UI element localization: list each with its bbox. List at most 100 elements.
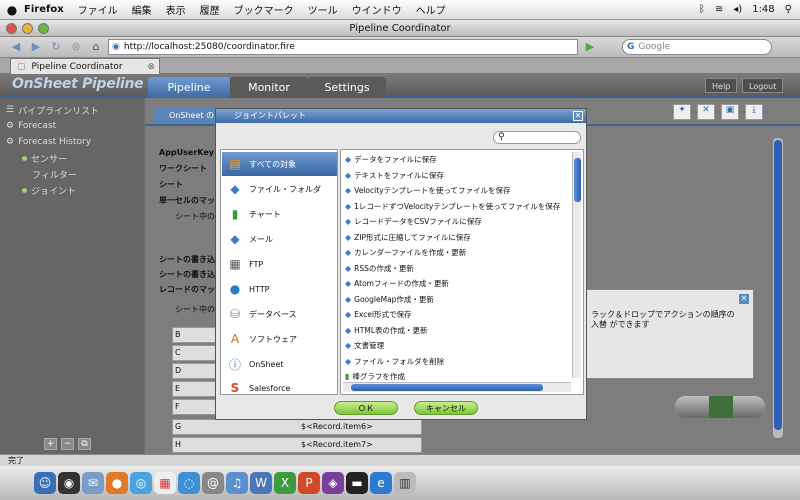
powerpoint-icon[interactable]: P: [298, 472, 320, 494]
menu-edit[interactable]: 編集: [132, 2, 152, 17]
list-item[interactable]: ◆ HTML表の作成・更新: [345, 323, 565, 339]
list-item[interactable]: ◆ データをファイルに保存: [345, 152, 565, 168]
list-item[interactable]: ◆ GoogleMap作成・更新: [345, 292, 565, 308]
menu-app-name[interactable]: Firefox: [24, 4, 64, 15]
excel-icon[interactable]: X: [274, 472, 296, 494]
tab-close-icon[interactable]: ⊗: [147, 62, 155, 72]
forward-icon[interactable]: ▶: [28, 39, 44, 55]
spotlight-icon[interactable]: ⚲: [785, 4, 792, 15]
dashboard-icon[interactable]: ◉: [58, 472, 80, 494]
ichat-icon[interactable]: ◌: [178, 472, 200, 494]
close-icon[interactable]: ✕: [573, 111, 583, 121]
zoom-window-icon[interactable]: [38, 23, 49, 34]
wifi-icon[interactable]: ≋: [715, 4, 723, 15]
terminal-icon[interactable]: ▬: [346, 472, 368, 494]
address-book-icon[interactable]: @: [202, 472, 224, 494]
category-item[interactable]: ● HTTP: [222, 277, 337, 301]
main-scrollbar-thumb[interactable]: [774, 140, 782, 430]
menu-window[interactable]: ウインドウ: [352, 2, 402, 17]
category-item[interactable]: ⓘ OnSheet: [222, 352, 337, 376]
safari-icon[interactable]: ◎: [130, 472, 152, 494]
main-scrollbar[interactable]: [773, 138, 783, 438]
browser-tab[interactable]: ▢ Pipeline Coordinator ⊗: [10, 58, 160, 74]
download-icon[interactable]: ⤓: [745, 104, 763, 120]
menu-file[interactable]: ファイル: [78, 2, 118, 17]
close-icon[interactable]: ✕: [739, 294, 749, 304]
category-item[interactable]: ◆ メール: [222, 227, 337, 251]
sidebar-item-forecast-history[interactable]: ⚙ Forecast History: [0, 134, 144, 150]
remove-icon[interactable]: −: [61, 438, 74, 450]
apple-icon[interactable]: ●: [0, 3, 24, 17]
finder-icon[interactable]: ☺: [34, 472, 56, 494]
list-item[interactable]: ◆ レコードデータをCSVファイルに保存: [345, 214, 565, 230]
action-list-hscrollbar[interactable]: [343, 382, 571, 392]
volume-icon[interactable]: ◂): [733, 4, 742, 15]
save-icon[interactable]: ▣: [721, 104, 739, 120]
list-item[interactable]: ◆ ファイル・フォルダを削除: [345, 354, 565, 370]
url-bar[interactable]: ◉ http://localhost:25080/coordinator.fir…: [108, 39, 578, 55]
settings-icon[interactable]: ✦: [673, 104, 691, 120]
stop-icon[interactable]: ⊗: [68, 39, 84, 55]
internet-explorer-icon[interactable]: e: [370, 472, 392, 494]
add-icon[interactable]: +: [44, 438, 57, 450]
reload-icon[interactable]: ↻: [48, 39, 64, 55]
logout-button[interactable]: Logout: [742, 78, 784, 93]
cancel-button[interactable]: キャンセル: [414, 401, 478, 415]
menu-history[interactable]: 履歴: [200, 2, 220, 17]
sidebar-item-filter[interactable]: フィルター: [0, 166, 144, 182]
scrollbar-thumb[interactable]: [574, 158, 581, 202]
list-item[interactable]: ◆ カレンダーファイルを作成・更新: [345, 245, 565, 261]
category-item[interactable]: ◆ ファイル・フォルダ: [222, 177, 337, 201]
firefox-icon[interactable]: ●: [106, 472, 128, 494]
word-icon[interactable]: W: [250, 472, 272, 494]
category-item[interactable]: S Salesforce: [222, 376, 337, 400]
tab-pipeline[interactable]: Pipeline: [148, 77, 230, 98]
delete-icon[interactable]: ✕: [697, 104, 715, 120]
sidebar-item-forecast[interactable]: ⚙ Forecast: [0, 118, 144, 134]
category-item[interactable]: ▮ チャート: [222, 202, 337, 226]
close-window-icon[interactable]: [6, 23, 17, 34]
trash-icon[interactable]: ▥: [394, 472, 416, 494]
list-item[interactable]: ◆ Atomフィードの作成・更新: [345, 276, 565, 292]
preview-icon[interactable]: ◈: [322, 472, 344, 494]
list-item[interactable]: ◆ ZIP形式に圧縮してファイルに保存: [345, 230, 565, 246]
mail-app-icon[interactable]: ✉: [82, 472, 104, 494]
table-row[interactable]: H $<Record.item7>: [172, 437, 422, 453]
list-item[interactable]: ◆ Velocityテンプレートを使ってファイルを保存: [345, 183, 565, 199]
search-input[interactable]: G Google: [622, 39, 772, 55]
copy-icon[interactable]: ⧉: [78, 438, 91, 450]
help-button[interactable]: Help: [705, 78, 738, 93]
palette-search-input[interactable]: ⚲: [493, 131, 581, 144]
menu-tools[interactable]: ツール: [308, 2, 338, 17]
back-icon[interactable]: ◀: [8, 39, 24, 55]
tab-settings[interactable]: Settings: [308, 77, 386, 98]
menu-help[interactable]: ヘルプ: [416, 2, 446, 17]
scrollbar-thumb[interactable]: [351, 384, 543, 391]
sidebar-item-joint[interactable]: ジョイント: [0, 182, 144, 198]
home-icon[interactable]: ⌂: [88, 39, 104, 55]
minimize-window-icon[interactable]: [22, 23, 33, 34]
itunes-icon[interactable]: ♫: [226, 472, 248, 494]
ok-button[interactable]: ＯＫ: [334, 401, 398, 415]
go-icon[interactable]: ▶: [582, 39, 598, 55]
tab-monitor[interactable]: Monitor: [230, 77, 308, 98]
table-row[interactable]: G $<Record.item6>: [172, 419, 422, 435]
bluetooth-icon[interactable]: ᛒ: [699, 4, 705, 15]
category-item[interactable]: ⛁ データベース: [222, 302, 337, 326]
category-item[interactable]: A ソフトウェア: [222, 327, 337, 351]
list-item[interactable]: ◆ 文書管理: [345, 338, 565, 354]
sidebar-item-pipeline-list[interactable]: ☰ パイプラインリスト: [0, 102, 144, 118]
list-item[interactable]: ◆ Excel形式で保存: [345, 307, 565, 323]
list-item[interactable]: ◆ RSSの作成・更新: [345, 261, 565, 277]
sidebar-item-sensor[interactable]: センサー: [0, 150, 144, 166]
subtab-onsheet[interactable]: OnSheet の: [153, 108, 223, 124]
category-item[interactable]: ▦ FTP: [222, 252, 337, 276]
category-item[interactable]: ▤ すべての対象: [222, 152, 337, 176]
clock[interactable]: 1:48: [752, 4, 774, 15]
list-item[interactable]: ◆ テキストをファイルに保存: [345, 168, 565, 184]
action-list-vscrollbar[interactable]: [572, 152, 581, 378]
calendar-icon[interactable]: ▦: [154, 472, 176, 494]
menu-view[interactable]: 表示: [166, 2, 186, 17]
list-item[interactable]: ◆ 1レコードずつVelocityテンプレートを使ってファイルを保存: [345, 199, 565, 215]
menu-bookmarks[interactable]: ブックマーク: [234, 2, 294, 17]
